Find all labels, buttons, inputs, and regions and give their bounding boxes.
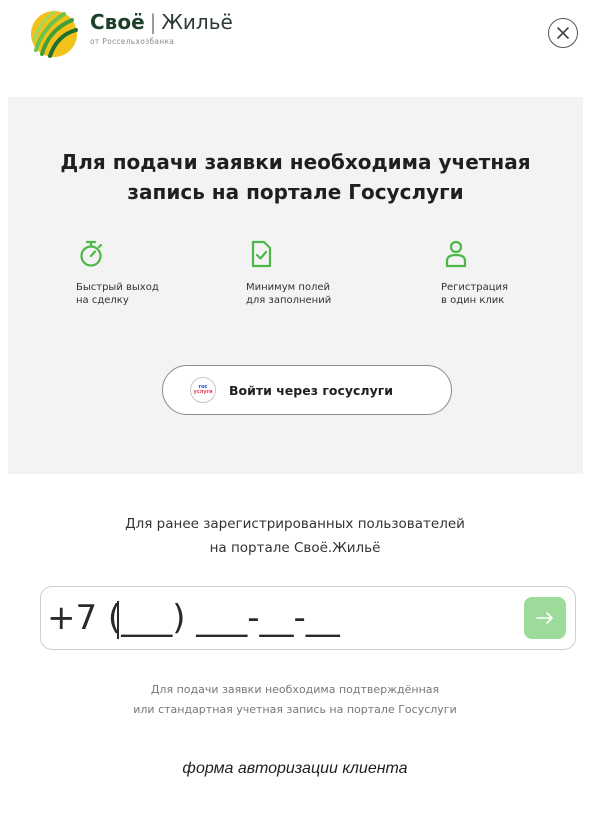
gosuslugi-logo-text-2: услуги	[193, 389, 213, 395]
registered-users-line1: Для ранее зарегистрированных пользовател…	[125, 516, 465, 532]
note-line2: или стандартная учетная запись на портал…	[133, 703, 457, 716]
gosuslugi-logo-icon: гос услуги	[190, 377, 216, 403]
feature-label-line1: Быстрый выход	[76, 282, 159, 293]
figure-caption: форма авторизации клиента	[182, 760, 408, 777]
feature-label-line2: для заполнений	[246, 295, 332, 306]
feature-minimum-fields: Минимум полей для заполнений	[246, 239, 386, 307]
gosuslugi-button-label: Войти через госуслуги	[229, 382, 394, 398]
close-icon	[557, 27, 569, 39]
brand-secondary: Жильё	[161, 10, 233, 34]
stopwatch-icon	[80, 240, 103, 267]
account-requirement-note: Для подачи заявки необходима подтверждён…	[0, 680, 590, 720]
panel-title: Для подачи заявки необходима учетная зап…	[8, 147, 583, 207]
brand-subtitle: от Россельхозбанка	[90, 37, 175, 46]
feature-label-line1: Регистрация	[441, 282, 509, 293]
panel-title-line1: Для подачи заявки необходима учетная	[60, 150, 531, 174]
close-button[interactable]	[548, 18, 578, 48]
feature-label-line1: Минимум полей	[246, 282, 331, 293]
feature-label: Быстрый выход на сделку	[76, 281, 216, 307]
submit-phone-button[interactable]	[524, 597, 566, 639]
gosuslugi-login-button[interactable]: гос услуги Войти через госуслуги	[162, 365, 452, 415]
text-caret	[117, 601, 119, 639]
feature-label: Минимум полей для заполнений	[246, 281, 386, 307]
header: Своё | Жильё от Россельхозбанка	[0, 0, 590, 96]
brand-separator: |	[149, 10, 157, 34]
panel-title-line2: запись на портале Госуслуги	[127, 180, 464, 204]
registered-users-line2: на портале Своё.Жильё	[209, 540, 381, 556]
phone-field	[40, 586, 576, 650]
feature-fast-deal: Быстрый выход на сделку	[76, 239, 216, 307]
user-icon	[445, 240, 467, 268]
brand: Своё | Жильё от Россельхозбанка	[90, 9, 233, 46]
feature-label-line2: в один клик	[441, 295, 505, 306]
brand-primary: Своё	[90, 10, 145, 34]
leaf-swirl-logo	[31, 10, 78, 58]
note-line1: Для подачи заявки необходима подтверждён…	[150, 683, 440, 696]
feature-one-click-registration: Регистрация в один клик	[441, 239, 581, 307]
arrow-right-icon	[536, 612, 553, 624]
feature-label: Регистрация в один клик	[441, 281, 581, 307]
gosuslugi-auth-panel: Для подачи заявки необходима учетная зап…	[8, 97, 583, 474]
brand-title: Своё | Жильё	[90, 9, 233, 35]
document-check-icon	[251, 240, 272, 268]
registered-users-text: Для ранее зарегистрированных пользовател…	[0, 512, 590, 560]
feature-label-line2: на сделку	[76, 295, 129, 306]
